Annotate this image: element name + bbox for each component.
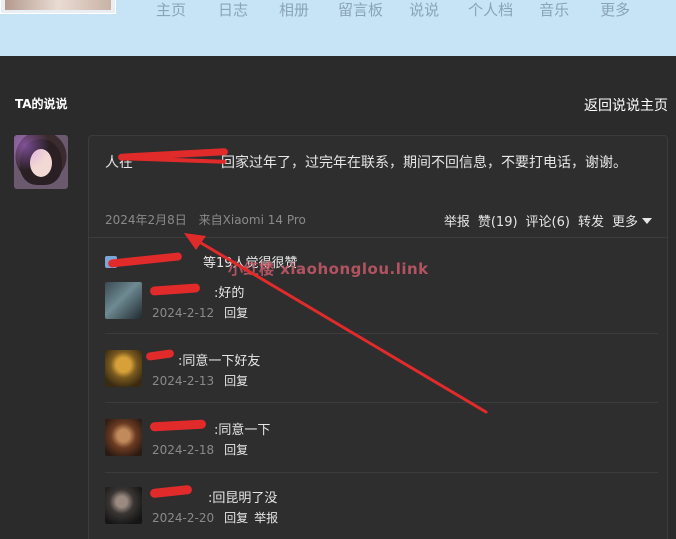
annotation-arrow: [184, 233, 488, 414]
